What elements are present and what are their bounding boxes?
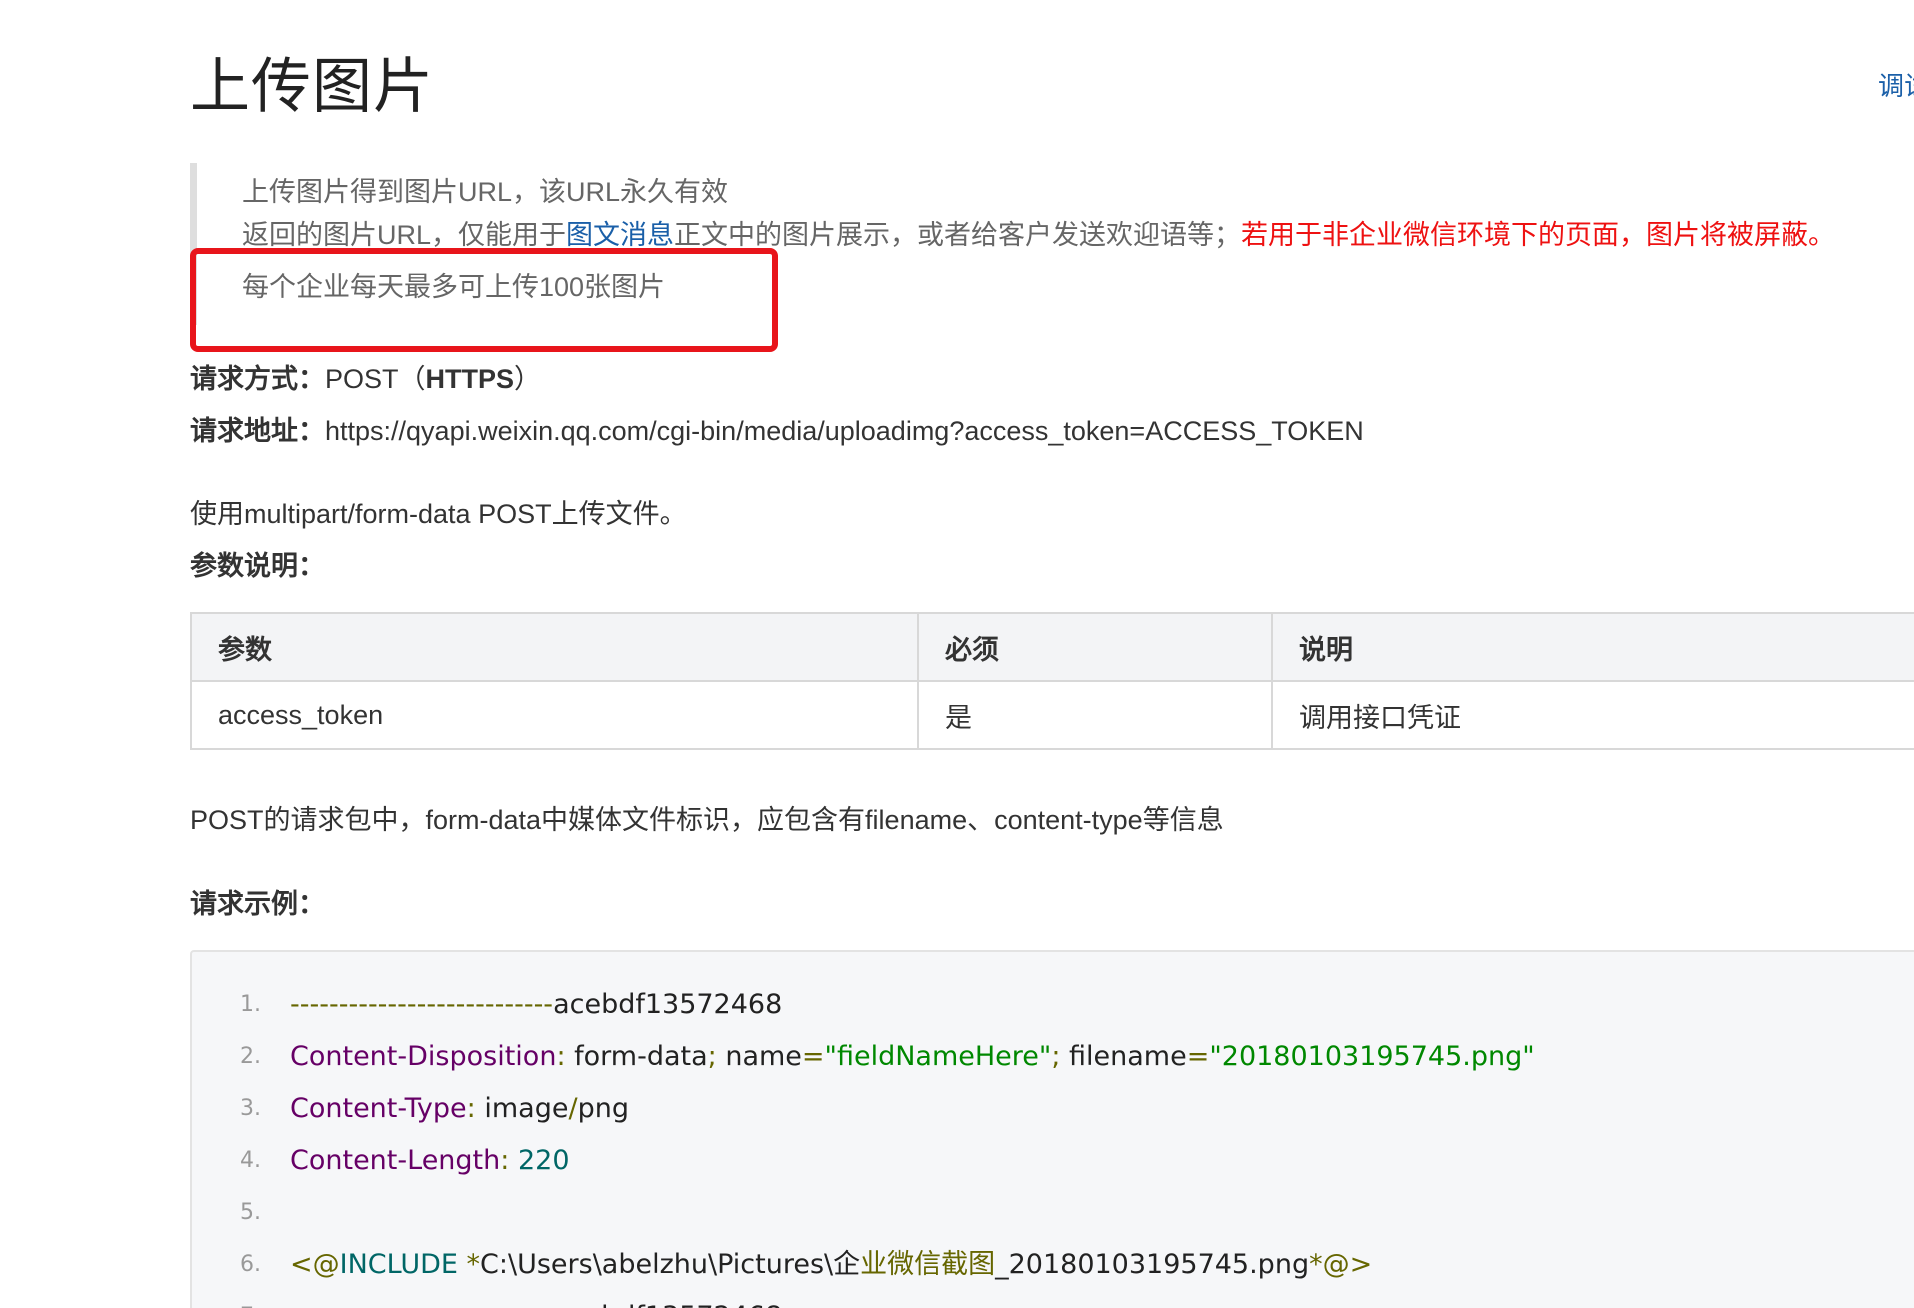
table-cell-param: access_token bbox=[190, 680, 919, 750]
code-example-block: 1. ---------------------------acebdf1357… bbox=[190, 950, 1914, 1308]
boundary-id: acebdf13572468 bbox=[553, 1301, 782, 1308]
table-header-description: 说明 bbox=[1271, 612, 1914, 682]
line-number: 4. bbox=[240, 1148, 261, 1173]
intro-line-2: 返回的图片URL，仅能用于图文消息正文中的图片展示，或者给客户发送欢迎语等；若用… bbox=[242, 218, 1835, 252]
punct: / bbox=[568, 1093, 578, 1124]
request-method-close: ） bbox=[514, 364, 542, 394]
header-key: Content-Length bbox=[290, 1145, 501, 1176]
debug-link[interactable]: 调试 bbox=[1878, 66, 1914, 103]
punct: ; bbox=[707, 1041, 717, 1072]
boundary-dashes: --------------------------- bbox=[290, 989, 554, 1020]
plain-text: form-data bbox=[565, 1041, 708, 1072]
news-message-link[interactable]: 图文消息 bbox=[566, 220, 674, 250]
request-method-label: 请求方式： bbox=[190, 364, 325, 394]
intro-warning: 若用于非企业微信环境下的页面，图片将被屏蔽。 bbox=[1241, 220, 1836, 250]
punct: : bbox=[500, 1145, 510, 1176]
table-header-required: 必须 bbox=[917, 612, 1273, 682]
string-literal: "20180103195745.png" bbox=[1209, 1041, 1535, 1072]
plain-text: png bbox=[577, 1093, 629, 1124]
plain-text: filename bbox=[1060, 1041, 1187, 1072]
path-highlight: 业微信截图 bbox=[860, 1249, 996, 1280]
params-heading: 参数说明： bbox=[190, 551, 325, 581]
table-header-param: 参数 bbox=[190, 612, 919, 682]
punct: : bbox=[466, 1093, 476, 1124]
request-method-protocol: HTTPS bbox=[425, 364, 515, 394]
include-keyword: INCLUDE bbox=[339, 1249, 458, 1280]
plain-text: image bbox=[475, 1093, 569, 1124]
request-url: 请求地址：https://qyapi.weixin.qq.com/cgi-bin… bbox=[190, 414, 1364, 448]
line-number: 2. bbox=[240, 1044, 261, 1069]
request-url-label: 请求地址： bbox=[190, 416, 325, 446]
intro-line-1: 上传图片得到图片URL，该URL永久有效 bbox=[242, 177, 729, 207]
header-key: Content-Disposition bbox=[290, 1041, 557, 1072]
upload-note: 使用multipart/form-data POST上传文件。 bbox=[190, 499, 687, 529]
plain-text: C:\Users\abelzhu\Pictures\企 bbox=[480, 1249, 861, 1280]
code-text: Content-Length: 220 bbox=[290, 1135, 570, 1187]
page: 上传图片 调试 上传图片得到图片URL，该URL永久有效 返回的图片URL，仅能… bbox=[0, 0, 1914, 1308]
table-row: access_token 是 调用接口凭证 bbox=[190, 680, 1914, 750]
red-highlight-box bbox=[190, 248, 778, 352]
plain-text: _20180103195745.png bbox=[995, 1249, 1310, 1280]
request-url-value: https://qyapi.weixin.qq.com/cgi-bin/medi… bbox=[325, 416, 1364, 446]
number-literal: 220 bbox=[509, 1145, 570, 1176]
boundary-dashes: --------------------------- bbox=[290, 1301, 553, 1308]
string-literal: "fieldNameHere" bbox=[824, 1041, 1052, 1072]
table-header-row: 参数 必须 说明 bbox=[190, 612, 1914, 682]
punct: = bbox=[1186, 1041, 1210, 1072]
line-number: 7. bbox=[240, 1291, 280, 1308]
punct: *@> bbox=[1309, 1249, 1373, 1280]
line-number: 6. bbox=[240, 1252, 261, 1277]
line-number: 1. bbox=[240, 992, 261, 1017]
punct: <@ bbox=[290, 1249, 340, 1280]
code-text: <@INCLUDE *C:\Users\abelzhu\Pictures\企业微… bbox=[290, 1239, 1372, 1291]
intro-line-2-prefix: 返回的图片URL，仅能用于 bbox=[242, 220, 567, 250]
code-text: Content-Disposition: form-data; name="fi… bbox=[290, 1031, 1535, 1083]
params-table: 参数 必须 说明 access_token 是 调用接口凭证 bbox=[190, 612, 1914, 750]
boundary-id: acebdf13572468 bbox=[553, 989, 783, 1020]
line-number: 3. bbox=[240, 1096, 261, 1121]
punct: : bbox=[556, 1041, 566, 1072]
line-number: 5. bbox=[240, 1200, 261, 1225]
code-text: ---------------------------acebdf1357246… bbox=[290, 979, 782, 1031]
page-title: 上传图片 bbox=[190, 53, 434, 120]
code-text: Content-Type: image/png bbox=[290, 1083, 629, 1135]
plain-text: name bbox=[716, 1041, 802, 1072]
header-key: Content-Type bbox=[290, 1093, 467, 1124]
table-cell-description: 调用接口凭证 bbox=[1271, 680, 1914, 750]
code-text: ---------------------------acebdf1357246… bbox=[290, 1291, 782, 1308]
table-cell-required: 是 bbox=[917, 680, 1273, 750]
post-note: POST的请求包中，form-data中媒体文件标识，应包含有filename、… bbox=[190, 805, 1224, 835]
request-method-value: POST（ bbox=[325, 364, 426, 394]
example-heading: 请求示例： bbox=[190, 889, 325, 919]
request-method: 请求方式：POST（HTTPS） bbox=[190, 362, 541, 396]
punct: * bbox=[457, 1249, 481, 1280]
punct: = bbox=[801, 1041, 825, 1072]
intro-line-2-middle: 正文中的图片展示，或者给客户发送欢迎语等； bbox=[674, 220, 1242, 250]
